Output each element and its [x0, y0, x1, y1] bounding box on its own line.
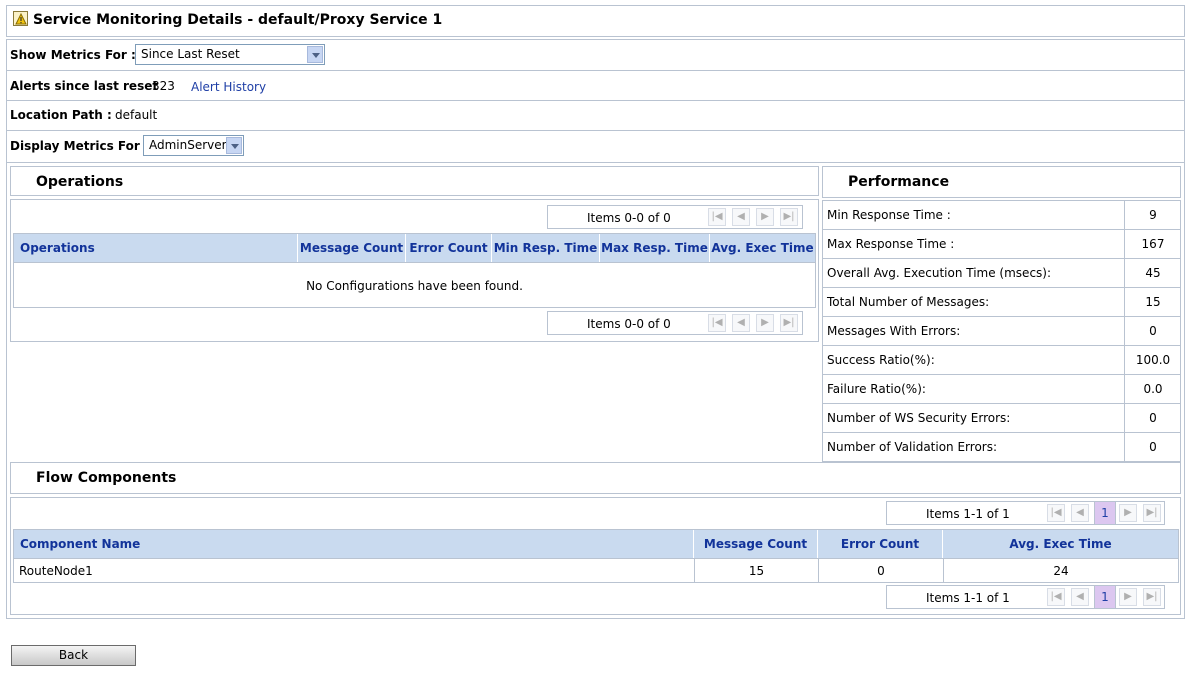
prev-page-icon[interactable]: ◀ [1071, 588, 1089, 606]
operations-table-header: Operations Message Count Error Count Min… [13, 233, 816, 263]
perf-row: Success Ratio(%): 100.0 [822, 346, 1181, 375]
warning-icon [13, 11, 28, 26]
first-page-icon[interactable]: |◀ [1047, 588, 1065, 606]
perf-label: Failure Ratio(%): [827, 382, 926, 396]
col-error-count[interactable]: Error Count [818, 530, 943, 558]
col-component-name[interactable]: Component Name [20, 530, 694, 558]
perf-value: 167 [1124, 230, 1181, 258]
show-metrics-value: Since Last Reset [141, 47, 240, 61]
perf-label: Max Response Time : [827, 237, 955, 251]
last-page-icon[interactable]: ▶| [1143, 504, 1161, 522]
perf-label: Overall Avg. Execution Time (msecs): [827, 266, 1052, 280]
prev-page-icon[interactable]: ◀ [1071, 504, 1089, 522]
perf-label: Number of Validation Errors: [827, 440, 998, 454]
flow-table-header: Component Name Message Count Error Count… [13, 529, 1179, 559]
first-page-icon[interactable]: |◀ [708, 208, 726, 226]
alerts-row [6, 71, 1185, 101]
perf-row: Number of Validation Errors: 0 [822, 433, 1181, 462]
col-max-resp[interactable]: Max Resp. Time [600, 234, 710, 262]
chevron-down-icon[interactable] [307, 46, 323, 63]
perf-value: 0.0 [1124, 375, 1181, 403]
prev-page-icon[interactable]: ◀ [732, 208, 750, 226]
first-page-icon[interactable]: |◀ [1047, 504, 1065, 522]
operations-header [10, 166, 819, 196]
show-metrics-select[interactable]: Since Last Reset [135, 44, 325, 65]
empty-message: No Configurations have been found. [306, 279, 523, 293]
error-count: 0 [818, 559, 943, 582]
perf-row: Messages With Errors: 0 [822, 317, 1181, 346]
perf-row: Total Number of Messages: 15 [822, 288, 1181, 317]
flow-pager-bottom: Items 1-1 of 1 |◀ ◀ 1 ▶ ▶| [886, 585, 1165, 609]
prev-page-icon[interactable]: ◀ [732, 314, 750, 332]
display-metrics-label: Display Metrics For : [10, 139, 149, 153]
location-value: default [115, 108, 158, 122]
operations-pager-bottom: Items 0-0 of 0 |◀ ◀ ▶ ▶| [547, 311, 803, 335]
perf-row: Overall Avg. Execution Time (msecs): 45 [822, 259, 1181, 288]
col-error-count[interactable]: Error Count [406, 234, 492, 262]
perf-row: Min Response Time : 9 [822, 201, 1181, 230]
first-page-icon[interactable]: |◀ [708, 314, 726, 332]
perf-value: 0 [1124, 433, 1181, 461]
table-row[interactable]: RouteNode1 15 0 24 [13, 559, 1179, 583]
perf-label: Messages With Errors: [827, 324, 961, 338]
next-page-icon[interactable]: ▶ [1119, 504, 1137, 522]
last-page-icon[interactable]: ▶| [780, 314, 798, 332]
pager-text: Items 1-1 of 1 [926, 591, 1010, 605]
perf-row: Number of WS Security Errors: 0 [822, 404, 1181, 433]
operations-pager-top: Items 0-0 of 0 |◀ ◀ ▶ ▶| [547, 205, 803, 229]
pager-text: Items 0-0 of 0 [587, 317, 671, 331]
component-name: RouteNode1 [19, 564, 93, 578]
page-number[interactable]: 1 [1094, 502, 1116, 524]
alerts-count: 323 [152, 79, 175, 93]
perf-label: Success Ratio(%): [827, 353, 935, 367]
page-title: Service Monitoring Details - default/Pro… [33, 12, 443, 28]
col-avg-exec[interactable]: Avg. Exec Time [710, 234, 815, 262]
flow-pager-top: Items 1-1 of 1 |◀ ◀ 1 ▶ ▶| [886, 501, 1165, 525]
perf-label: Number of WS Security Errors: [827, 411, 1011, 425]
col-operations[interactable]: Operations [20, 234, 298, 262]
location-label: Location Path : [10, 108, 112, 122]
perf-value: 9 [1124, 201, 1181, 229]
col-message-count[interactable]: Message Count [298, 234, 406, 262]
perf-value: 45 [1124, 259, 1181, 287]
perf-row: Max Response Time : 167 [822, 230, 1181, 259]
server-select[interactable]: AdminServer [143, 135, 244, 156]
next-page-icon[interactable]: ▶ [1119, 588, 1137, 606]
alerts-label: Alerts since last reset [10, 79, 159, 93]
perf-value: 15 [1124, 288, 1181, 316]
operations-title: Operations [36, 174, 124, 190]
server-select-value: AdminServer [149, 138, 227, 152]
performance-title: Performance [848, 174, 950, 190]
back-button[interactable]: Back [11, 645, 136, 666]
location-row [6, 101, 1185, 131]
perf-value: 100.0 [1124, 346, 1181, 374]
chevron-down-icon[interactable] [226, 137, 242, 154]
pager-text: Items 0-0 of 0 [587, 211, 671, 225]
last-page-icon[interactable]: ▶| [1143, 588, 1161, 606]
perf-row: Failure Ratio(%): 0.0 [822, 375, 1181, 404]
last-page-icon[interactable]: ▶| [780, 208, 798, 226]
alert-history-link[interactable]: Alert History [191, 80, 266, 94]
perf-label: Min Response Time : [827, 208, 951, 222]
perf-label: Total Number of Messages: [827, 295, 990, 309]
col-message-count[interactable]: Message Count [694, 530, 818, 558]
next-page-icon[interactable]: ▶ [756, 208, 774, 226]
flow-header [10, 462, 1181, 494]
avg-exec-time: 24 [943, 559, 1178, 582]
flow-title: Flow Components [36, 470, 177, 486]
perf-value: 0 [1124, 404, 1181, 432]
pager-text: Items 1-1 of 1 [926, 507, 1010, 521]
message-count: 15 [694, 559, 818, 582]
col-avg-exec[interactable]: Avg. Exec Time [943, 530, 1178, 558]
show-metrics-label: Show Metrics For : [10, 48, 136, 62]
page-number[interactable]: 1 [1094, 586, 1116, 608]
perf-value: 0 [1124, 317, 1181, 345]
next-page-icon[interactable]: ▶ [756, 314, 774, 332]
col-min-resp[interactable]: Min Resp. Time [492, 234, 600, 262]
